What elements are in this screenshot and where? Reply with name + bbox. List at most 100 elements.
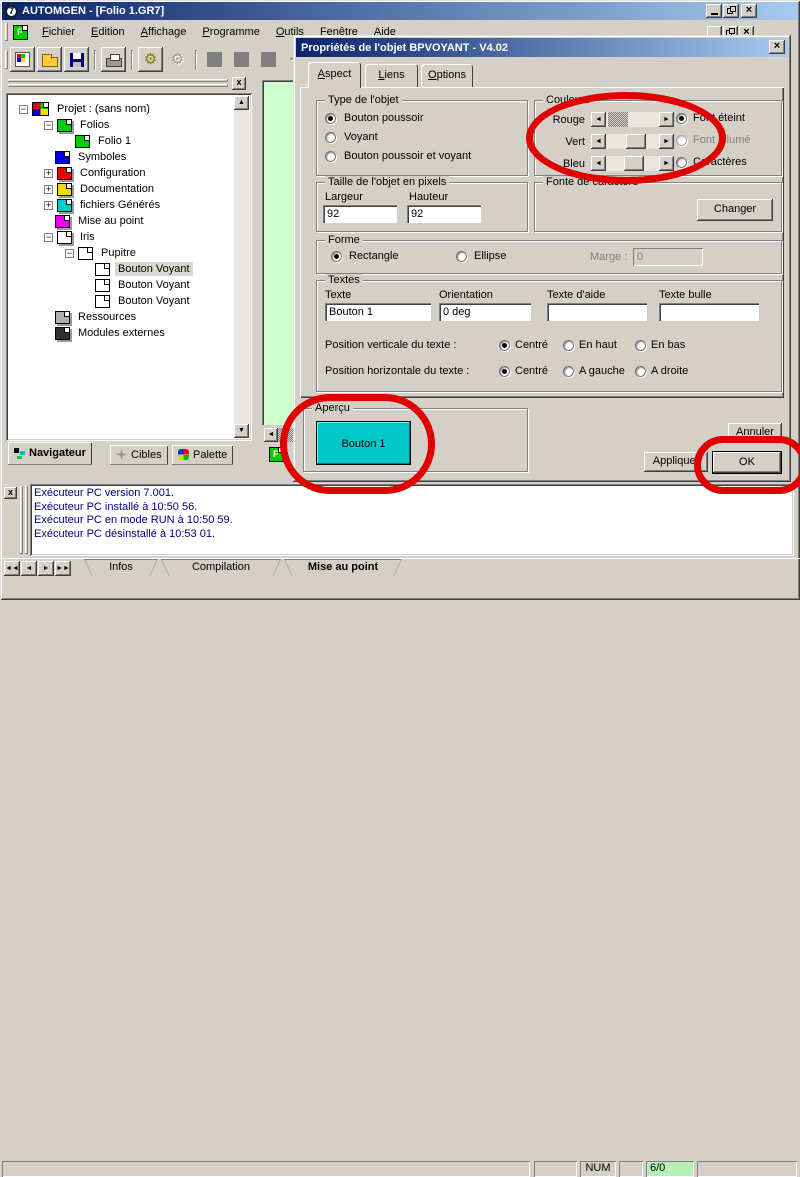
menu-fichier[interactable]: Fichier [34,23,83,41]
log-gripper[interactable] [20,486,23,554]
dialog-close-button[interactable]: × [769,40,785,54]
tree-item-iris[interactable]: − Iris [44,229,98,245]
expand-icon[interactable]: + [44,169,53,178]
folio-document-icon[interactable]: F [13,25,28,40]
changer-button[interactable]: Changer [697,199,773,221]
menu-affichage[interactable]: Affichage [133,23,195,41]
bouton-voyant-icon [95,295,110,308]
tree-item-folios[interactable]: − Folios [44,117,112,133]
navigator-close-button[interactable]: x [232,77,246,90]
tree-item-symboles[interactable]: Symboles [55,149,129,165]
tree-item-ressources[interactable]: Ressources [55,309,139,325]
tree-item-bouton-voyant-3[interactable]: Bouton Voyant [95,293,193,309]
collapse-icon[interactable]: − [19,105,28,114]
vert-slider-track[interactable] [606,134,659,149]
prev-tab-button[interactable]: ◄ [21,561,37,576]
compile-button[interactable]: ⚙ [138,47,163,72]
tab-palette-label: Palette [193,449,227,461]
tab-cibles[interactable]: Cibles [110,445,168,465]
tab-infos[interactable]: Infos [84,559,158,576]
texte-aide-label: Texte d'aide [547,289,605,301]
menu-programme[interactable]: Programme [194,23,267,41]
texte-input[interactable] [325,303,431,321]
navigator-gripper[interactable] [8,84,228,87]
tab-compilation[interactable]: Compilation [161,559,281,576]
menubar-gripper[interactable] [5,23,8,41]
tab-palette[interactable]: Palette [172,445,233,465]
last-tab-button[interactable]: ►► [55,561,71,576]
tree-item-modules-externes[interactable]: Modules externes [55,325,168,341]
appliquer-button[interactable]: Appliquer [644,452,708,472]
tree-item-pupitre[interactable]: − Pupitre [65,245,139,261]
largeur-input[interactable] [323,205,397,223]
scroll-up-button[interactable]: ▲ [234,96,249,110]
log-close-button[interactable]: x [4,487,17,499]
hauteur-input[interactable] [407,205,481,223]
minimize-button[interactable] [706,4,722,18]
texte-aide-input[interactable] [547,303,647,321]
tree-item-bouton-voyant-1[interactable]: Bouton Voyant [95,261,193,277]
rouge-slider-thumb[interactable] [608,112,628,127]
orientation-input[interactable] [439,303,531,321]
collapse-icon[interactable]: − [44,121,53,130]
print-button[interactable] [101,47,126,72]
log-gripper[interactable] [25,486,28,554]
ok-button[interactable]: OK [712,451,782,474]
vert-slider-left-button[interactable]: ◄ [591,134,606,149]
preview-bouton-1[interactable]: Bouton 1 [316,421,411,465]
new-document-button[interactable] [10,47,35,72]
open-folder-icon [42,57,58,67]
menu-edition[interactable]: Edition [83,23,133,41]
tree-item-folio-1[interactable]: Folio 1 [75,133,134,149]
tree-item-projet[interactable]: − Projet : (sans nom) [19,101,153,117]
log-line: Exécuteur PC installé à 10:50 56. [34,501,233,515]
bleu-label: Bleu [543,158,585,170]
tree-item-configuration[interactable]: + Configuration [44,165,148,181]
vert-slider-right-button[interactable]: ► [659,134,674,149]
tab-liens[interactable]: Liens [365,64,418,87]
texte-bulle-input[interactable] [659,303,759,321]
annuler-button[interactable]: Annuler [728,423,782,443]
tree-item-documentation[interactable]: + Documentation [44,181,157,197]
rouge-slider-right-button[interactable]: ► [659,112,674,127]
close-button[interactable]: × [741,4,757,18]
toolbar-gripper[interactable] [5,51,8,69]
bleu-slider-thumb[interactable] [624,156,644,171]
placeholder-button-2 [229,47,254,72]
radio-icon [325,151,336,162]
open-button[interactable] [37,47,62,72]
restore-button[interactable] [723,4,739,18]
type-objet-group: Type de l'objet Bouton poussoir Voyant B… [316,100,528,176]
scroll-down-button[interactable]: ▼ [234,424,249,438]
rouge-slider-left-button[interactable]: ◄ [591,112,606,127]
tab-aspect[interactable]: Aspect [308,62,361,88]
tree-item-bouton-voyant-2[interactable]: Bouton Voyant [95,277,193,293]
tab-options[interactable]: Options [421,64,473,87]
scroll-left-button[interactable]: ◄ [264,428,278,442]
tree-item-fichiers-generes[interactable]: + fichiers Générés [44,197,163,213]
bleu-slider-left-button[interactable]: ◄ [591,156,606,171]
collapse-icon[interactable]: − [65,249,74,258]
hauteur-label: Hauteur [409,191,448,203]
tab-mise-au-point[interactable]: Mise au point [284,559,402,576]
bleu-slider-right-button[interactable]: ► [659,156,674,171]
expand-icon[interactable]: + [44,201,53,210]
tree-item-mise-au-point[interactable]: Mise au point [55,213,146,229]
print-icon [106,58,122,67]
save-button[interactable] [64,47,89,72]
arrow-right-icon: ► [663,138,670,145]
minimized-folio-icon[interactable]: F [269,447,284,462]
vert-slider-thumb[interactable] [626,134,646,149]
bleu-slider-track[interactable] [606,156,659,171]
expand-icon[interactable]: + [44,185,53,194]
navigator-gripper[interactable] [8,79,228,82]
collapse-icon[interactable]: − [44,233,53,242]
first-tab-button[interactable]: ◄◄ [4,561,20,576]
forme-group: Forme Rectangle Ellipse Marge : [316,240,782,274]
tab-navigateur[interactable]: Navigateur [8,442,92,465]
next-tab-button[interactable]: ► [38,561,54,576]
vert-label: Vert [543,136,585,148]
tree-scrollbar[interactable]: ▲ ▼ [234,96,249,438]
rouge-label: Rouge [543,114,585,126]
rouge-slider-track[interactable] [606,112,659,127]
